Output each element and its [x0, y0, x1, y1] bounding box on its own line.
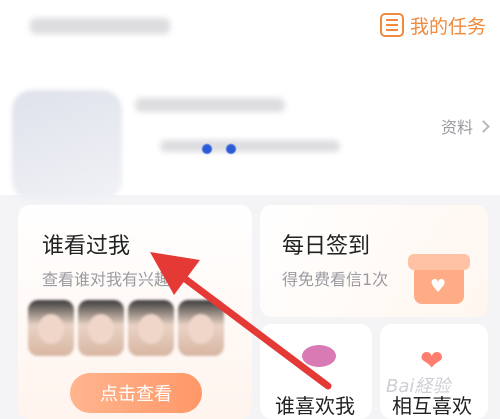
- view-visitors-button[interactable]: 点击查看: [70, 373, 202, 413]
- profile-label: 资料: [440, 118, 473, 137]
- blurred-username: [30, 18, 170, 34]
- visitor-avatar: [128, 300, 174, 356]
- avatar[interactable]: [12, 90, 122, 200]
- lips-icon: [302, 345, 336, 367]
- visitor-avatar: [178, 300, 224, 356]
- watermark: Bai経验: [386, 376, 451, 397]
- my-tasks-label: 我的任务: [409, 15, 486, 38]
- task-list-icon: [379, 13, 404, 37]
- who-viewed-me-subtitle: 查看谁对我有兴趣: [42, 270, 171, 289]
- status-dot: [202, 144, 212, 154]
- who-viewed-me-title: 谁看过我: [42, 234, 131, 259]
- blurred-nickname: [135, 98, 285, 112]
- profile-section: 资料: [0, 70, 500, 200]
- blurred-info: [160, 140, 340, 152]
- profile-link[interactable]: 资料: [440, 114, 490, 138]
- my-tasks-button[interactable]: 我的任务: [379, 12, 486, 38]
- visitor-avatar: [78, 300, 124, 356]
- top-bar: 我的任务: [0, 0, 500, 70]
- visitor-avatars: [28, 300, 224, 356]
- who-likes-me-title: 谁喜欢我: [275, 394, 355, 418]
- daily-checkin-title: 每日签到: [282, 234, 371, 259]
- daily-checkin-subtitle: 得免费看信1次: [282, 270, 389, 289]
- visitor-avatar: [28, 300, 74, 356]
- gift-icon: ♥: [408, 246, 470, 304]
- status-dot: [226, 144, 236, 154]
- chevron-right-icon: [477, 119, 490, 133]
